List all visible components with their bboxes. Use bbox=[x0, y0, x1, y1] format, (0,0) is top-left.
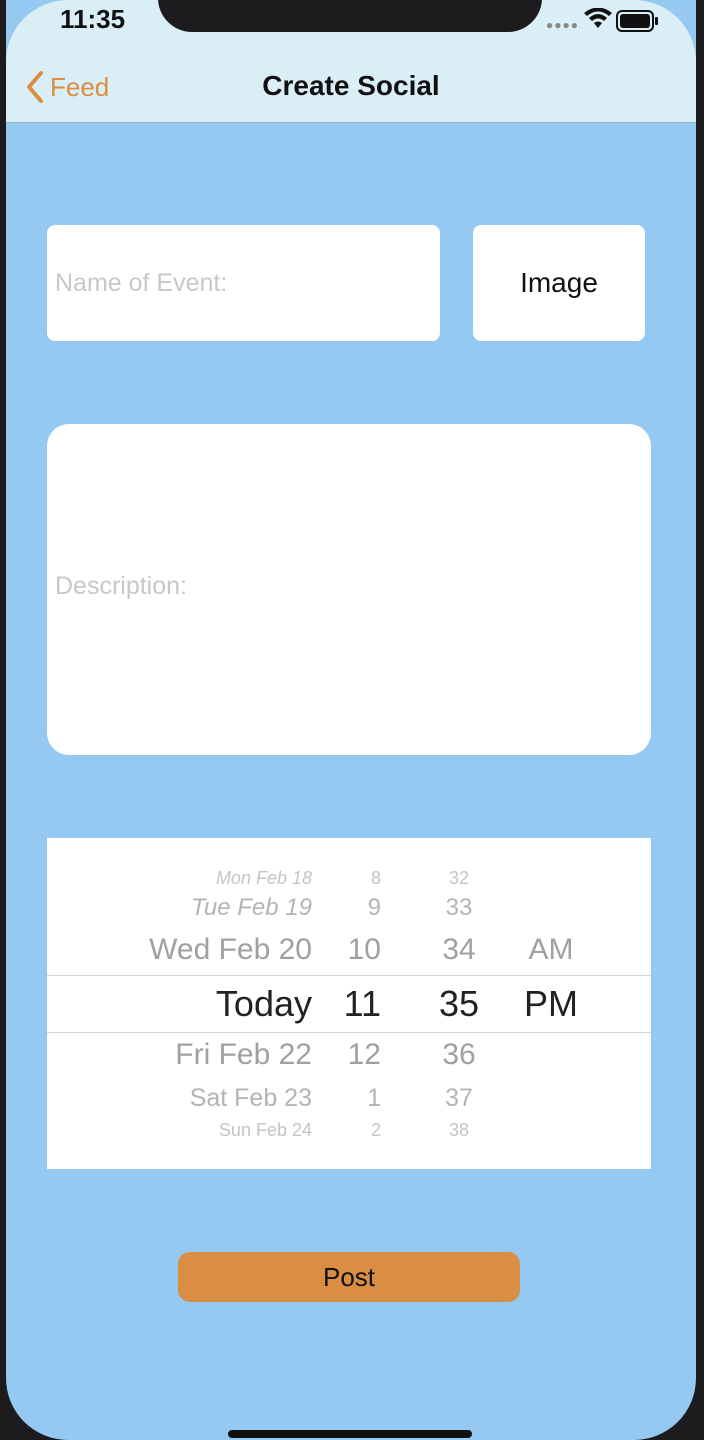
picker-date[interactable]: Sun Feb 24 bbox=[47, 1120, 312, 1141]
date-time-picker[interactable]: Mon Feb 18 Tue Feb 19 Wed Feb 20 Today F… bbox=[47, 838, 651, 1169]
event-name-field[interactable] bbox=[47, 225, 440, 341]
picker-minute[interactable]: 32 bbox=[424, 868, 494, 889]
picker-selection-bottom-line bbox=[47, 1032, 651, 1033]
picker-ampm-selected[interactable]: PM bbox=[516, 983, 586, 1025]
picker-minute[interactable]: 37 bbox=[424, 1084, 494, 1113]
page-title: Create Social bbox=[262, 70, 440, 101]
picker-minute[interactable]: 38 bbox=[424, 1120, 494, 1141]
event-name-input[interactable] bbox=[47, 225, 440, 341]
picker-selection-top-line bbox=[47, 975, 651, 976]
picker-minute[interactable]: 33 bbox=[424, 894, 494, 922]
picker-hour[interactable]: 10 bbox=[333, 933, 381, 967]
picker-date-selected[interactable]: Today bbox=[47, 983, 312, 1025]
description-field[interactable] bbox=[47, 424, 651, 755]
status-icons: ●●●● bbox=[546, 8, 666, 32]
status-time: 11:35 bbox=[60, 4, 126, 34]
battery-icon bbox=[616, 10, 658, 32]
picker-minute[interactable]: 36 bbox=[424, 1038, 494, 1072]
picker-date[interactable]: Fri Feb 22 bbox=[47, 1038, 312, 1072]
picker-hour[interactable]: 1 bbox=[333, 1084, 381, 1113]
picker-hour[interactable]: 9 bbox=[333, 894, 381, 922]
post-button[interactable]: Post bbox=[178, 1252, 520, 1302]
picker-hour[interactable]: 2 bbox=[333, 1120, 381, 1141]
picker-hour[interactable]: 8 bbox=[333, 868, 381, 889]
picker-minute[interactable]: 34 bbox=[424, 933, 494, 967]
picker-ampm[interactable]: AM bbox=[516, 933, 586, 967]
picker-date[interactable]: Mon Feb 18 bbox=[47, 868, 312, 889]
description-input[interactable] bbox=[47, 424, 651, 755]
home-indicator[interactable] bbox=[228, 1430, 472, 1438]
picker-date[interactable]: Wed Feb 20 bbox=[47, 933, 312, 967]
picker-date[interactable]: Tue Feb 19 bbox=[47, 894, 312, 922]
device-notch bbox=[158, 0, 542, 32]
picker-hour[interactable]: 12 bbox=[333, 1038, 381, 1072]
wifi-icon bbox=[584, 8, 612, 28]
app-screen: 11:35 ●●●● Feed Create Social Image bbox=[6, 0, 696, 1440]
image-button[interactable]: Image bbox=[473, 225, 645, 341]
picker-minute-selected[interactable]: 35 bbox=[424, 983, 494, 1025]
picker-date[interactable]: Sat Feb 23 bbox=[47, 1084, 312, 1113]
navigation-bar: 11:35 ●●●● Feed Create Social bbox=[6, 0, 696, 123]
picker-hour-selected[interactable]: 11 bbox=[333, 983, 381, 1025]
signal-dots-icon: ●●●● bbox=[546, 18, 579, 32]
